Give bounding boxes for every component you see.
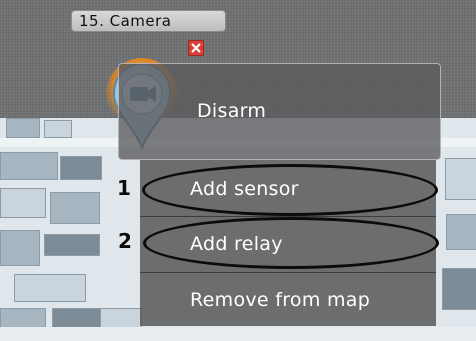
floor-edge — [0, 327, 476, 341]
floor-tile — [14, 274, 86, 302]
floor-tile — [442, 268, 476, 310]
menu-item-disarm[interactable]: Disarm — [197, 100, 266, 122]
floor-tile — [44, 234, 100, 256]
context-menu-header: Disarm — [118, 63, 441, 160]
menu-item-remove-from-map[interactable]: Remove from map — [140, 272, 436, 326]
close-button[interactable] — [188, 40, 204, 56]
close-icon — [191, 43, 201, 53]
annotation-oval-1 — [142, 164, 438, 216]
annotation-oval-2 — [143, 217, 439, 269]
annotation-number-1: 1 — [117, 176, 131, 200]
floor-tile — [60, 156, 102, 180]
floor-tile — [0, 188, 46, 218]
floor-tile — [446, 214, 476, 250]
floor-tile — [0, 152, 58, 180]
floor-tile — [445, 158, 476, 200]
floor-tile — [44, 120, 72, 138]
camera-label: 15. Camera — [71, 10, 226, 32]
floor-tile — [50, 192, 100, 224]
menu-item-label: Remove from map — [190, 289, 371, 311]
floor-tile — [0, 230, 40, 266]
floor-tile — [6, 118, 40, 138]
annotation-number-2: 2 — [118, 229, 132, 253]
